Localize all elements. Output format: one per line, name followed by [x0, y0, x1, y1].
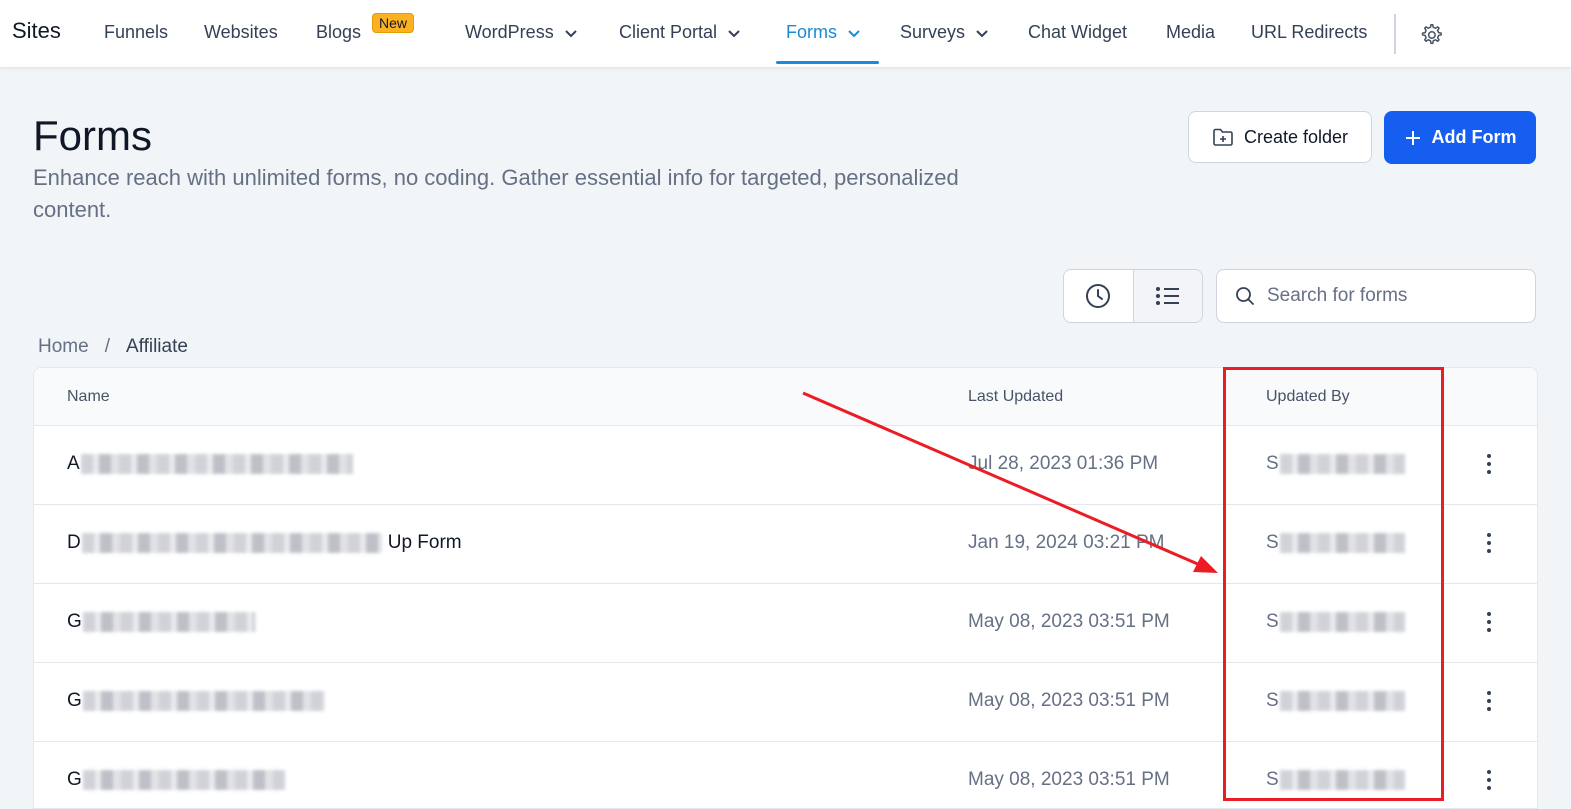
nav-item-forms[interactable]: Forms [786, 22, 861, 43]
search-box [1216, 269, 1536, 323]
annotation-highlight-box [1223, 367, 1444, 801]
kebab-menu-icon[interactable] [1479, 686, 1499, 716]
list-view-button[interactable] [1132, 270, 1202, 322]
nav-label: Websites [204, 22, 278, 42]
brand-title: Sites [12, 18, 61, 43]
nav-label: WordPress [465, 22, 554, 42]
clock-icon [1086, 284, 1111, 308]
redacted-text [82, 770, 285, 790]
breadcrumb-current: Affiliate [125, 336, 188, 357]
chevron-down-icon [848, 29, 860, 37]
form-name[interactable]: G [67, 690, 325, 712]
folder-plus-icon [1213, 128, 1233, 146]
create-folder-label: Create folder [1243, 126, 1349, 147]
last-updated: May 08, 2023 03:51 PM [968, 611, 1170, 632]
active-tab-indicator [776, 61, 879, 64]
nav-item-funnels[interactable]: Funnels [104, 22, 168, 43]
redacted-text [80, 454, 353, 474]
nav-item-chat-widget[interactable]: Chat Widget [1028, 22, 1127, 43]
nav-label: Media [1166, 22, 1216, 42]
form-name[interactable]: D Up Form [67, 532, 462, 554]
kebab-menu-icon[interactable] [1479, 607, 1499, 637]
breadcrumb-separator: / [104, 336, 110, 357]
plus-icon [1405, 130, 1420, 145]
nav-item-blogs[interactable]: Blogs [316, 22, 361, 43]
nav-divider [1394, 14, 1396, 54]
search-icon [1236, 287, 1254, 305]
nav-label: Client Portal [619, 22, 718, 42]
nav-label: Forms [786, 22, 837, 42]
redacted-text [81, 533, 382, 553]
nav-label: Funnels [104, 22, 169, 42]
view-toggle [1063, 269, 1203, 323]
new-badge: New [372, 13, 415, 33]
form-name-text: G [67, 611, 82, 632]
kebab-menu-icon[interactable] [1479, 528, 1499, 558]
form-name-text: G [67, 769, 82, 790]
add-form-button[interactable]: Add Form [1384, 111, 1536, 164]
form-name-text: G [67, 690, 82, 711]
last-updated: May 08, 2023 03:51 PM [968, 690, 1170, 711]
search-input[interactable] [1265, 284, 1519, 308]
nav-item-media[interactable]: Media [1166, 22, 1215, 43]
nav-label: Chat Widget [1028, 22, 1128, 42]
breadcrumb: Home / Affiliate [38, 336, 188, 358]
chevron-down-icon [728, 29, 740, 37]
last-updated: Jul 28, 2023 01:36 PM [968, 453, 1159, 474]
form-name-text: D [67, 532, 81, 553]
nav-label: Blogs [316, 22, 362, 42]
redacted-text [82, 691, 325, 711]
nav-item-wordpress[interactable]: WordPress [465, 22, 578, 43]
breadcrumb-home[interactable]: Home [38, 336, 89, 358]
nav-item-client-portal[interactable]: Client Portal [619, 22, 741, 43]
form-name[interactable]: G [67, 611, 255, 633]
page-description: Enhance reach with unlimited forms, no c… [33, 165, 959, 222]
nav-item-surveys[interactable]: Surveys [900, 22, 989, 43]
nav-item-url-redirects[interactable]: URL Redirects [1251, 22, 1367, 43]
column-header-last-updated[interactable]: Last Updated [968, 388, 1063, 406]
nav-item-websites[interactable]: Websites [204, 22, 278, 43]
gear-icon[interactable] [1418, 22, 1444, 48]
add-form-label: Add Form [1431, 127, 1517, 147]
chevron-down-icon [976, 29, 988, 37]
kebab-menu-icon[interactable] [1479, 765, 1499, 795]
chevron-down-icon [564, 29, 577, 37]
form-name-suffix: Up Form [387, 532, 462, 553]
last-updated: Jan 19, 2024 03:21 PM [968, 532, 1165, 553]
form-name[interactable]: A [67, 453, 353, 475]
last-updated: May 08, 2023 03:51 PM [968, 769, 1170, 790]
recent-view-button[interactable] [1064, 270, 1133, 322]
column-header-name[interactable]: Name [67, 388, 110, 406]
create-folder-button[interactable]: Create folder [1188, 111, 1372, 163]
form-name-text: A [67, 453, 80, 474]
redacted-text [82, 612, 255, 632]
kebab-menu-icon[interactable] [1479, 449, 1499, 479]
nav-label: Surveys [900, 22, 966, 42]
list-icon [1155, 287, 1179, 305]
top-nav: Sites Funnels Websites Blogs New WordPre… [0, 0, 1571, 68]
nav-label: URL Redirects [1251, 22, 1368, 42]
form-name[interactable]: G [67, 769, 285, 791]
page-title: Forms [33, 112, 152, 159]
